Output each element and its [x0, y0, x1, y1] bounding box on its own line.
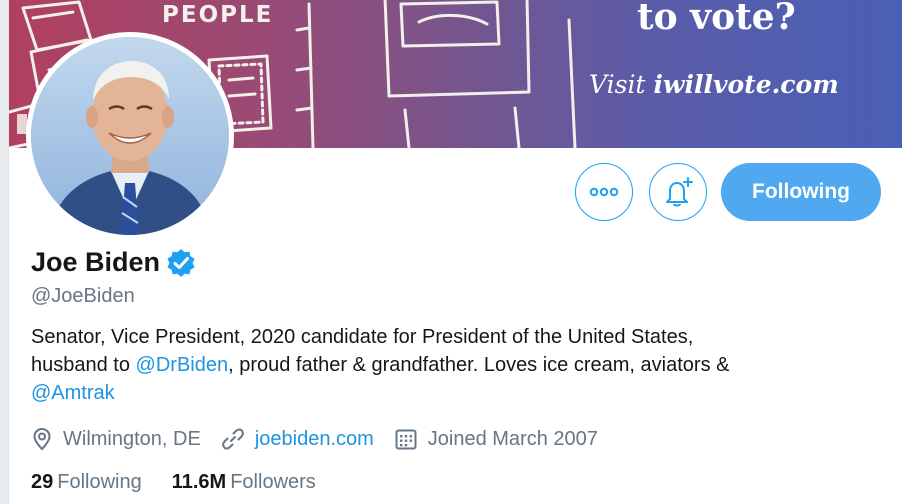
profile-display-name: Joe Biden: [31, 247, 161, 277]
bio-line-2: husband to @DrBiden, proud father & gran…: [31, 351, 891, 379]
following-count: 29: [31, 471, 54, 493]
bio-line-2-suffix: , proud father & grandfather. Loves ice …: [228, 354, 730, 376]
profile-location-text: Wilmington, DE: [63, 427, 201, 450]
banner-visit-text: Visit iwillvote.com: [589, 70, 839, 99]
banner-visit-prefix: Visit: [589, 70, 654, 99]
mention-link-amtrak[interactable]: @Amtrak: [31, 382, 115, 404]
profile-avatar[interactable]: [26, 32, 234, 240]
notifications-toggle-button[interactable]: [649, 163, 707, 221]
page-left-edge: [0, 0, 9, 504]
profile-location: Wilmington, DE: [31, 427, 201, 451]
more-options-button[interactable]: [575, 163, 633, 221]
profile-joined-text: Joined March 2007: [427, 427, 598, 450]
profile-bio: Senator, Vice President, 2020 candidate …: [31, 323, 891, 407]
profile-website[interactable]: joebiden.com: [221, 427, 374, 451]
following-button[interactable]: Following: [721, 163, 881, 221]
banner-visit-url: iwillvote.com: [653, 70, 839, 99]
calendar-icon: [394, 427, 418, 451]
followers-count: 11.6M: [171, 471, 227, 493]
following-count-link[interactable]: 29 Following: [31, 471, 142, 494]
followers-count-link[interactable]: 11.6M Followers: [172, 471, 316, 494]
bio-line-1: Senator, Vice President, 2020 candidate …: [31, 326, 694, 348]
bell-plus-icon: [666, 177, 693, 207]
verified-badge-icon: [166, 248, 196, 278]
profile-website-link[interactable]: joebiden.com: [255, 428, 374, 451]
location-pin-icon: [31, 427, 53, 451]
profile-meta-row: Wilmington, DE joebiden.com Joined March…: [31, 427, 618, 451]
profile-joined: Joined March 2007: [394, 427, 598, 451]
more-horizontal-icon: [589, 187, 619, 197]
link-icon: [221, 427, 245, 451]
mention-link-drbiden[interactable]: @DrBiden: [136, 354, 229, 376]
banner-people-text: PEOPLE: [162, 2, 274, 28]
following-label: Following: [57, 471, 142, 493]
avatar-portrait: [31, 37, 229, 235]
profile-stats-row: 29 Following 11.6M Followers: [31, 471, 346, 494]
followers-label: Followers: [230, 471, 316, 493]
bio-line-3: @Amtrak: [31, 379, 891, 407]
bio-line-2-prefix: husband to: [31, 354, 136, 376]
profile-handle: @JoeBiden: [31, 285, 135, 307]
profile-name-row: Joe Biden: [31, 247, 196, 278]
banner-headline: to vote?: [637, 0, 796, 38]
